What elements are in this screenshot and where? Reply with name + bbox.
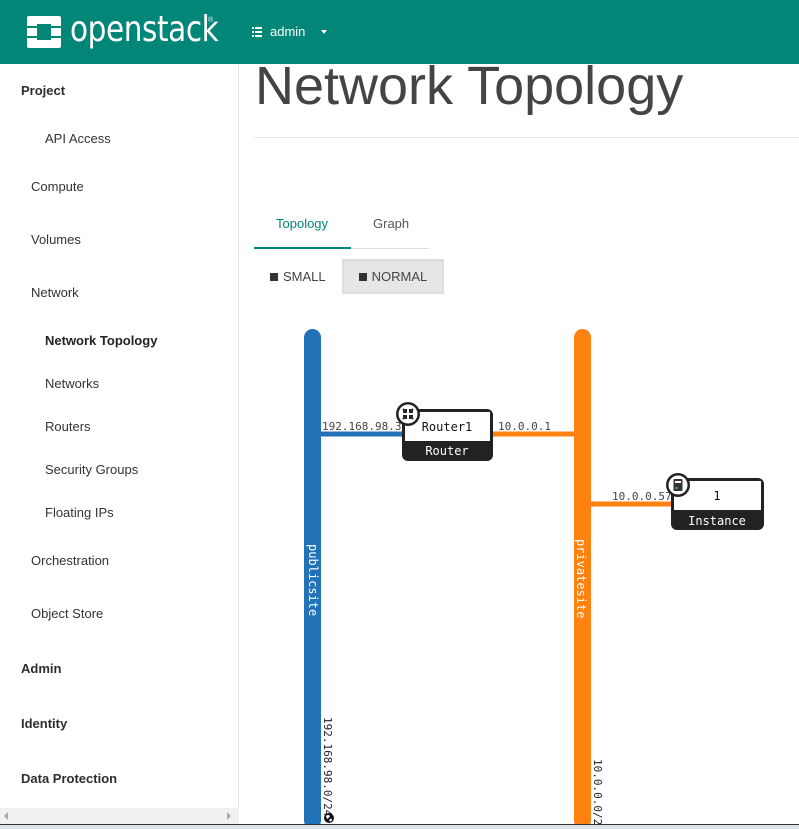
size-toggle-group: SMALL NORMAL: [254, 259, 445, 294]
sidebar: Project API Access Compute Volumes Netwo…: [0, 64, 239, 809]
globe-icon: [324, 813, 334, 823]
sidebar-horizontal-scrollbar[interactable]: [0, 808, 239, 824]
normal-size-button[interactable]: NORMAL: [341, 259, 445, 294]
router-node[interactable]: Router1 Router: [396, 402, 493, 461]
sidebar-item-floating-ips[interactable]: Floating IPs: [45, 505, 114, 520]
tab-graph[interactable]: Graph: [373, 216, 409, 231]
sidebar-item-security-groups[interactable]: Security Groups: [45, 462, 138, 477]
square-icon: [270, 272, 278, 281]
sidebar-item-object-store[interactable]: Object Store: [31, 606, 103, 621]
sidebar-item-network[interactable]: Network: [31, 285, 79, 300]
sidebar-item-identity[interactable]: Identity: [21, 716, 67, 731]
router-icon: [396, 402, 420, 426]
active-tab-indicator: [254, 247, 351, 249]
project-picker[interactable]: admin: [252, 24, 328, 39]
sidebar-item-networks[interactable]: Networks: [45, 376, 99, 391]
scroll-right-icon[interactable]: [227, 812, 231, 820]
sidebar-item-compute[interactable]: Compute: [31, 179, 84, 194]
instance-type: Instance: [688, 514, 746, 528]
chevron-down-icon: [321, 29, 328, 34]
topology-canvas: publicsite 192.168.98.0/24 privatesite 1…: [254, 310, 799, 824]
small-size-button[interactable]: SMALL: [254, 259, 342, 294]
view-tabs: Topology Graph: [254, 205, 429, 249]
network-cidr-label: 192.168.98.0/24: [321, 717, 334, 817]
list-icon: [252, 26, 262, 37]
square-icon: [358, 272, 367, 281]
os-taskbar: [0, 824, 799, 829]
openstack-logo-icon[interactable]: [26, 14, 62, 50]
server-icon: [666, 473, 690, 497]
normal-size-label: NORMAL: [371, 269, 428, 284]
page-title: Network Topology: [255, 56, 684, 116]
sidebar-item-admin[interactable]: Admin: [21, 661, 61, 676]
instance-name: 1: [713, 489, 720, 503]
brand-name[interactable]: openstack: [70, 9, 219, 50]
instance-port-ip: 10.0.0.57: [612, 490, 672, 503]
router-name: Router1: [422, 420, 473, 434]
sidebar-item-orchestration[interactable]: Orchestration: [31, 553, 109, 568]
network-privatesite[interactable]: privatesite 10.0.0.0/24: [574, 329, 604, 824]
sidebar-item-project[interactable]: Project: [21, 83, 65, 98]
title-divider: [254, 137, 799, 138]
network-publicsite[interactable]: publicsite 192.168.98.0/24: [304, 329, 334, 824]
network-name-label: publicsite: [306, 544, 320, 616]
sidebar-item-network-topology[interactable]: Network Topology: [45, 333, 157, 348]
network-name-label: privatesite: [574, 539, 588, 618]
sidebar-item-api-access[interactable]: API Access: [45, 131, 111, 146]
sidebar-item-data-protection[interactable]: Data Protection: [21, 771, 117, 786]
scroll-left-icon[interactable]: [4, 812, 8, 820]
small-size-label: SMALL: [283, 269, 326, 284]
router-port-ip-private: 10.0.0.1: [498, 420, 551, 433]
instance-node[interactable]: 1 Instance: [666, 473, 764, 530]
sidebar-item-routers[interactable]: Routers: [45, 419, 91, 434]
registered-mark: ®: [208, 17, 214, 24]
project-name: admin: [270, 24, 306, 39]
router-port-ip-public: 192.168.98.35: [322, 420, 408, 433]
router-type: Router: [425, 444, 468, 458]
network-cidr-label: 10.0.0.0/24: [591, 759, 604, 824]
sidebar-item-volumes[interactable]: Volumes: [31, 232, 81, 247]
tab-topology[interactable]: Topology: [276, 216, 328, 231]
